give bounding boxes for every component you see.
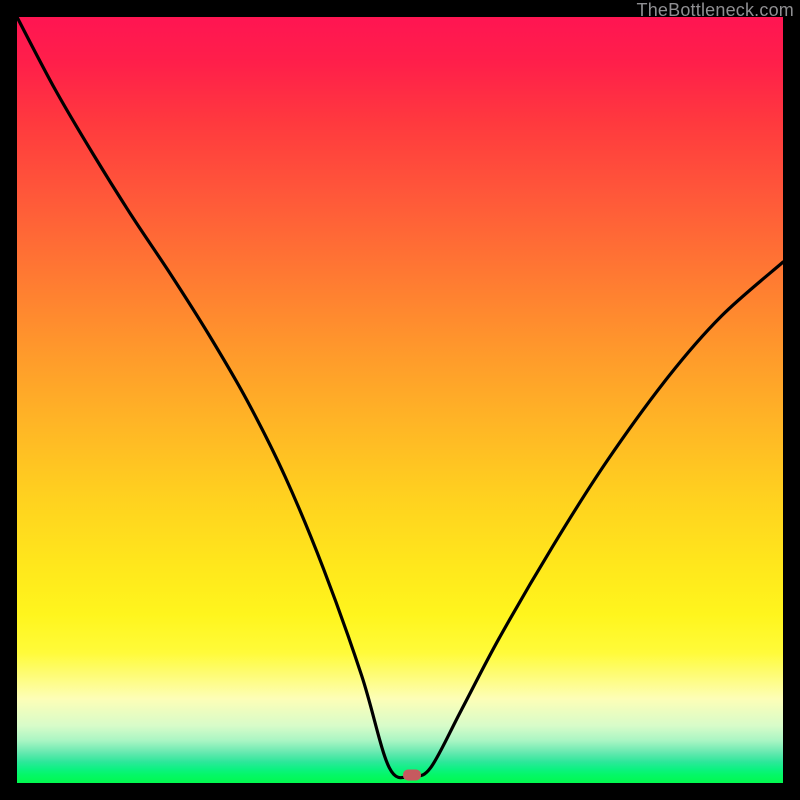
min-marker: [403, 769, 421, 780]
watermark-text: TheBottleneck.com: [637, 0, 794, 21]
chart-frame: TheBottleneck.com: [0, 0, 800, 800]
gradient-plot-area: [17, 17, 783, 783]
bottleneck-curve: [17, 17, 783, 783]
